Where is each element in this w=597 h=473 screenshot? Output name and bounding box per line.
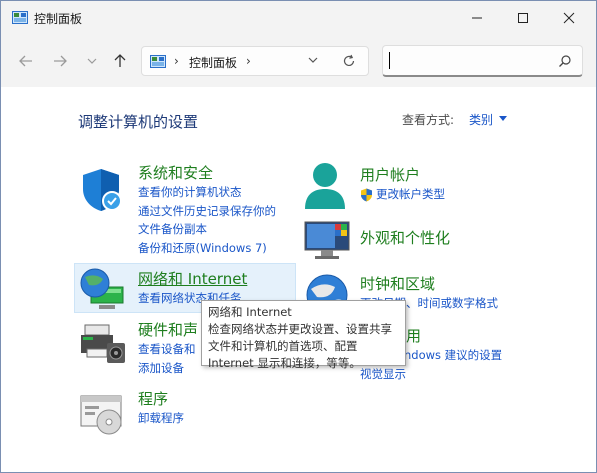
uac-shield-icon (361, 188, 372, 202)
chevron-down-icon (87, 58, 97, 64)
refresh-icon[interactable] (342, 54, 356, 68)
shield-icon[interactable] (79, 167, 123, 213)
navigation-bar: › 控制面板 › (1, 35, 596, 87)
category-link[interactable]: 查看你的计算机状态 (138, 183, 276, 202)
tooltip-line: 文件和计算机的首选项、配置 (208, 339, 358, 353)
tooltip-line: Internet 显示和连接，等等。 (208, 356, 361, 370)
tooltip-title: 网络和 Internet (208, 305, 292, 319)
view-by-label: 查看方式: (402, 113, 455, 127)
search-icon[interactable] (558, 54, 572, 68)
content-pane: 调整计算机的设置 查看方式: 类别 系统和安全 查看你的计算机状态 通过文件历史… (1, 87, 596, 472)
category-appearance: 外观和个性化 (360, 227, 450, 248)
control-panel-icon (150, 55, 166, 68)
category-title[interactable]: 网络和 Internet (138, 268, 247, 289)
control-panel-window: 控制面板 › 控制面板 › 调整计算机的设置 查看方式: 类别 系统和安全 查看… (0, 0, 597, 473)
arrow-left-icon (19, 55, 32, 67)
category-programs: 程序 卸载程序 (138, 388, 184, 428)
tooltip-line: 检查网络状态并更改设置、设置共享 (208, 322, 392, 336)
category-user-accounts: 用户帐户 更改帐户类型 (360, 164, 445, 204)
monitor-icon[interactable] (303, 220, 351, 260)
category-title[interactable]: 用户帐户 (360, 164, 445, 185)
page-title: 调整计算机的设置 (78, 113, 199, 131)
maximize-icon (518, 13, 528, 23)
close-button[interactable] (546, 1, 592, 35)
category-hardware-sound: 硬件和声 查看设备和 添加设备 (138, 319, 198, 377)
minimize-icon (472, 17, 482, 19)
category-title[interactable]: 系统和安全 (138, 162, 276, 183)
category-title[interactable]: 外观和个性化 (360, 227, 450, 248)
user-icon[interactable] (303, 161, 347, 211)
breadcrumb-separator[interactable]: › (174, 54, 179, 68)
breadcrumb-control-panel[interactable]: 控制面板 (189, 54, 237, 71)
programs-icon[interactable] (79, 392, 127, 438)
address-dropdown-icon[interactable] (308, 56, 318, 64)
arrow-up-icon (114, 54, 126, 67)
change-account-type-link[interactable]: 更改帐户类型 (376, 187, 445, 201)
search-input[interactable] (382, 45, 583, 77)
close-icon (563, 12, 575, 24)
back-button[interactable] (15, 49, 37, 73)
title-bar[interactable]: 控制面板 (1, 1, 596, 35)
control-panel-icon (12, 11, 28, 24)
maximize-button[interactable] (500, 1, 546, 35)
tooltip: 网络和 Internet 检查网络状态并更改设置、设置共享 文件和计算机的首选项… (201, 300, 406, 370)
category-link[interactable]: 通过文件历史记录保存你的 (138, 202, 276, 221)
up-button[interactable] (109, 49, 131, 73)
view-by-dropdown[interactable]: 类别 (469, 111, 493, 128)
category-title[interactable]: 程序 (138, 388, 184, 409)
category-link[interactable]: 卸载程序 (138, 409, 184, 428)
recent-locations-button[interactable] (81, 49, 103, 73)
category-link[interactable]: 更改帐户类型 (360, 185, 445, 204)
category-link[interactable]: 添加设备 (138, 359, 198, 378)
window-title: 控制面板 (34, 12, 83, 26)
category-link[interactable]: 备份和还原(Windows 7) (138, 239, 276, 258)
category-title[interactable]: 硬件和声 (138, 319, 198, 340)
caret-down-icon[interactable] (499, 116, 507, 121)
printer-icon[interactable] (79, 323, 127, 365)
network-globe-icon[interactable] (79, 267, 125, 311)
address-bar[interactable]: › 控制面板 › (141, 46, 369, 76)
category-title[interactable]: 时钟和区域 (360, 273, 498, 294)
breadcrumb-separator[interactable]: › (246, 54, 251, 68)
text-caret (389, 52, 390, 69)
minimize-button[interactable] (454, 1, 500, 35)
category-link[interactable]: 查看设备和 (138, 340, 198, 359)
arrow-right-icon (54, 55, 67, 67)
forward-button[interactable] (49, 49, 71, 73)
category-system-security: 系统和安全 查看你的计算机状态 通过文件历史记录保存你的 文件备份副本 备份和还… (138, 162, 276, 257)
category-link[interactable]: 文件备份副本 (138, 220, 276, 239)
